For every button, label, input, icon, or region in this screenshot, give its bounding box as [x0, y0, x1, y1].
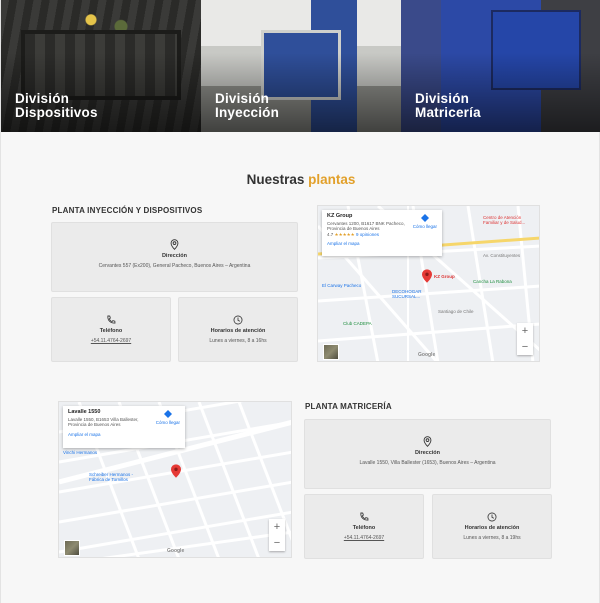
address-label: Dirección [414, 450, 441, 456]
address-card: Dirección Lavalle 1550, Villa Ballester … [304, 419, 551, 489]
plant-title: PLANTA INYECCIÓN Y DISPOSITIVOS [52, 206, 203, 215]
google-logo: Google [167, 548, 185, 554]
phone-label: Teléfono [352, 525, 376, 531]
directions-link[interactable]: Cómo llegar [156, 410, 180, 425]
address-value: Lavalle 1550, Villa Ballester (1653), Bu… [359, 460, 496, 466]
hours-value: Lunes a viernes, 8 a 19hs [463, 535, 521, 541]
zoom-out-button[interactable]: − [517, 339, 533, 355]
map-marker[interactable] [171, 464, 181, 483]
map-poi: Cancha La Rabona [473, 279, 512, 284]
location-pin-icon [423, 436, 432, 447]
section-title-plain: Nuestras [246, 172, 305, 187]
directions-icon [420, 214, 429, 222]
map-embed-plant2[interactable]: Lavalle 1550 Lavalle 1550, B1653 Villa B… [58, 401, 292, 558]
hours-card: Horarios de atención Lunes a viernes, 8 … [432, 494, 552, 559]
plant-title: PLANTA MATRICERÍA [305, 402, 392, 411]
satellite-toggle[interactable] [323, 344, 339, 360]
larger-map-link[interactable]: Ampliar el mapa [68, 432, 180, 438]
map-rating: 4.7 ★★★★★ 9 opiniones [327, 231, 379, 237]
section-title-accent: plantas [308, 172, 356, 187]
division-title: División Dispositivos [15, 91, 98, 120]
directions-icon [163, 410, 172, 418]
map-poi: Centro de Atención Familiar y de Salud..… [483, 215, 526, 225]
phone-link[interactable]: +54.11.4764-2697 [305, 535, 423, 541]
address-card: Dirección Cervantes 557 (Ex200), General… [51, 222, 298, 292]
divisions-banner: División Dispositivos División Inyección… [1, 0, 600, 132]
map-place-address: Cervantes 1200, B1617 BNK Pacheco, Provi… [327, 220, 405, 232]
division-card-dispositivos[interactable]: División Dispositivos [1, 0, 201, 132]
larger-map-link[interactable]: Ampliar el mapa [327, 241, 437, 247]
clock-icon [233, 315, 243, 325]
address-value: Cervantes 557 (Ex200), General Pacheco, … [98, 263, 251, 269]
division-title: División Inyección [215, 91, 280, 120]
phone-icon [360, 512, 369, 521]
map-embed-plant1[interactable]: KZ Group Cervantes 1200, B1617 BNK Pache… [317, 205, 540, 362]
division-card-matriceria[interactable]: División Matricería [401, 0, 600, 132]
map-poi: Schreiber Hermanos - Fábrica de Tornillo… [89, 472, 134, 482]
clock-icon [487, 512, 497, 522]
map-marker-label: KZ Group [434, 274, 455, 279]
map-poi: Club CADEPA [343, 321, 372, 326]
phone-icon [107, 315, 116, 324]
map-zoom-controls: + − [269, 519, 285, 551]
phone-link[interactable]: +54.11.4764-2697 [52, 338, 170, 344]
division-title: División Matricería [415, 91, 481, 120]
zoom-in-button[interactable]: + [269, 519, 285, 535]
division-card-inyeccion[interactable]: División Inyección [201, 0, 401, 132]
hours-label: Horarios de atención [210, 328, 266, 334]
google-logo: Google [418, 352, 436, 358]
directions-link[interactable]: Cómo llegar [413, 214, 437, 229]
map-street-label: Av. Constituyentes [483, 253, 521, 258]
map-poi: Vinchi Hermanos [63, 450, 98, 455]
hours-card: Horarios de atención Lunes a viernes, 8 … [178, 297, 298, 362]
hours-value: Lunes a viernes, 8 a 16hs [209, 338, 267, 344]
satellite-toggle[interactable] [64, 540, 80, 556]
location-pin-icon [170, 239, 179, 250]
zoom-in-button[interactable]: + [517, 323, 533, 339]
map-poi: DECOHOGAR SUCURSAL... [392, 289, 422, 299]
zoom-out-button[interactable]: − [269, 535, 285, 551]
address-label: Dirección [161, 253, 188, 259]
map-info-card: KZ Group Cervantes 1200, B1617 BNK Pache… [322, 210, 442, 256]
section-title: Nuestras plantas [1, 172, 600, 187]
phone-card: Teléfono +54.11.4764-2697 [304, 494, 424, 559]
map-zoom-controls: + − [517, 323, 533, 355]
phone-card: Teléfono +54.11.4764-2697 [51, 297, 171, 362]
map-marker[interactable] [422, 269, 432, 288]
hours-label: Horarios de atención [464, 525, 520, 531]
map-pin-icon [171, 464, 181, 478]
phone-label: Teléfono [99, 328, 123, 334]
map-street-label: Santiago de Chile [438, 309, 474, 314]
map-poi: El Carway Pacheco [322, 283, 362, 288]
page: División Dispositivos División Inyección… [0, 0, 600, 603]
map-pin-icon [422, 269, 432, 283]
map-info-card: Lavalle 1550 Lavalle 1550, B1653 Villa B… [63, 406, 185, 448]
map-place-address: Lavalle 1550, B1653 Villa Ballester, Pro… [68, 416, 139, 428]
